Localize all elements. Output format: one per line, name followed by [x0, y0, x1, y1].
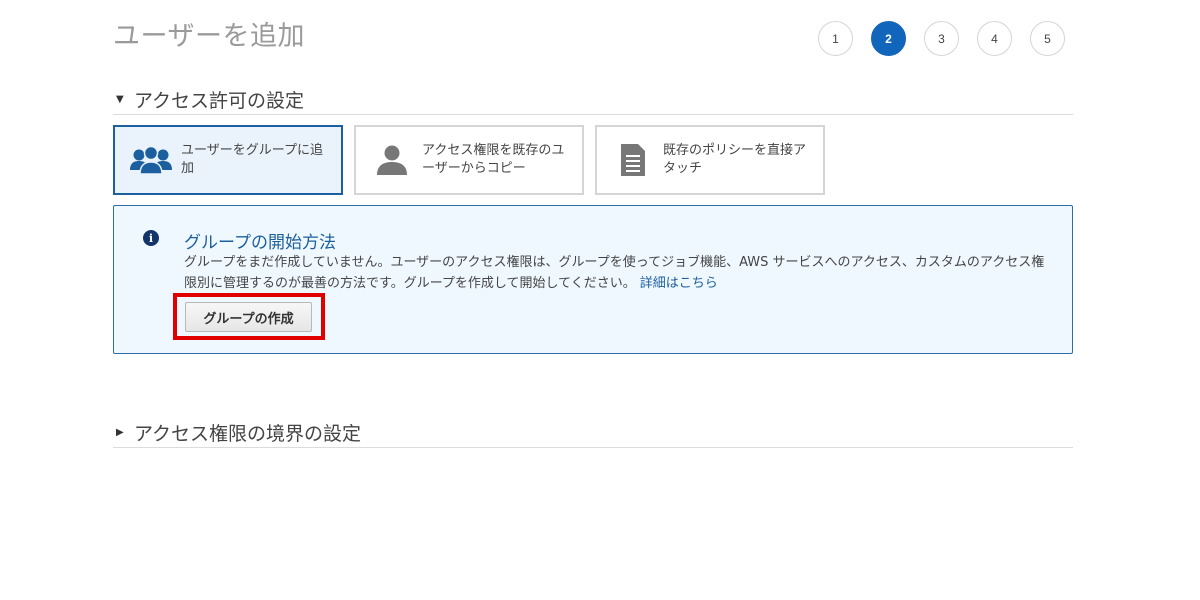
option-attach-policies[interactable]: 既存のポリシーを直接アタッチ: [595, 125, 825, 195]
option-copy-permissions[interactable]: アクセス権限を既存のユーザーからコピー: [354, 125, 584, 195]
create-group-button[interactable]: グループの作成: [185, 302, 312, 332]
step-3[interactable]: 3: [924, 21, 959, 56]
get-started-info-box: i グループの開始方法 グループをまだ作成していません。ユーザーのアクセス権限は…: [113, 205, 1073, 354]
user-icon: [368, 140, 416, 180]
permissions-section-title: アクセス許可の設定: [134, 89, 305, 112]
step-4[interactable]: 4: [977, 21, 1012, 56]
boundary-section-header[interactable]: ▶ アクセス権限の境界の設定: [113, 417, 1073, 448]
step-5[interactable]: 5: [1030, 21, 1065, 56]
info-title: グループの開始方法: [184, 233, 336, 253]
page-title: ユーザーを追加: [113, 21, 305, 52]
info-description: グループをまだ作成していません。ユーザーのアクセス権限は、グループを使ってジョブ…: [184, 255, 1045, 291]
info-text: グループをまだ作成していません。ユーザーのアクセス権限は、グループを使ってジョブ…: [184, 252, 1054, 294]
info-icon: i: [143, 230, 159, 246]
boundary-section-title: アクセス権限の境界の設定: [134, 422, 362, 445]
document-icon: [609, 140, 657, 180]
users-group-icon: [127, 140, 175, 180]
learn-more-link[interactable]: 詳細はこちら: [640, 276, 718, 291]
step-2[interactable]: 2: [871, 21, 906, 56]
option-attach-policies-label: 既存のポリシーを直接アタッチ: [663, 143, 807, 176]
step-1[interactable]: 1: [818, 21, 853, 56]
option-copy-permissions-label: アクセス権限を既存のユーザーからコピー: [422, 143, 565, 176]
permissions-section-header[interactable]: ▼ アクセス許可の設定: [113, 84, 1073, 115]
caret-down-icon: ▼: [116, 93, 124, 105]
wizard-steps: 1 2 3 4 5: [818, 21, 1065, 56]
caret-right-icon: ▶: [116, 426, 124, 438]
option-add-to-group-label: ユーザーをグループに追加: [181, 143, 323, 176]
permission-options: ユーザーをグループに追加 アクセス権限を既存のユーザーからコピー 既存のポリシー…: [113, 125, 825, 195]
option-add-to-group[interactable]: ユーザーをグループに追加: [113, 125, 343, 195]
